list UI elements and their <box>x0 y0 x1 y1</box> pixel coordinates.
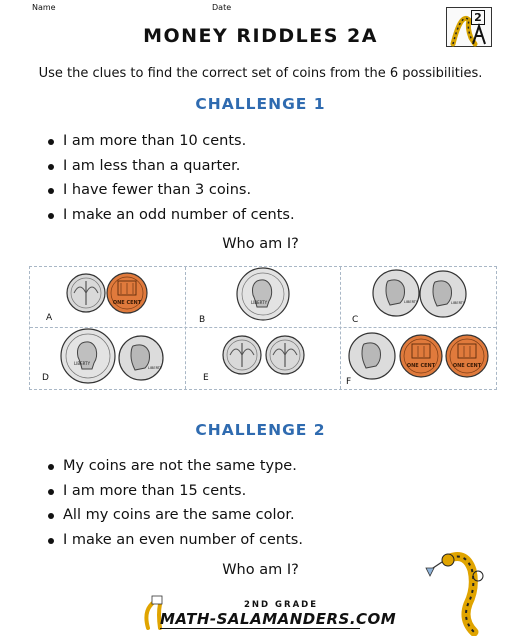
dime-icon <box>265 335 305 375</box>
option-label: E <box>203 373 209 383</box>
dime-icon <box>66 273 106 313</box>
clue-item: I am more than 10 cents. <box>48 129 295 154</box>
clue-item: I have fewer than 3 coins. <box>48 178 295 203</box>
clue-item: I make an odd number of cents. <box>48 203 295 228</box>
footer-underline <box>160 628 360 629</box>
quarter-icon: LIBERTY <box>236 267 290 321</box>
svg-text:LIBERTY: LIBERTY <box>74 361 91 366</box>
challenge-1-clues: I am more than 10 cents. I am less than … <box>48 129 295 227</box>
challenge-1-heading: CHALLENGE 1 <box>195 95 326 113</box>
option-e[interactable]: E <box>185 327 340 389</box>
challenge-2-heading: CHALLENGE 2 <box>195 421 326 439</box>
option-f[interactable]: ONE CENT ONE CENT F <box>340 327 496 389</box>
option-c[interactable]: LIBERTY LIBERTY C <box>340 267 496 327</box>
coins-c: LIBERTY LIBERTY <box>372 269 467 318</box>
svg-text:ONE CENT: ONE CENT <box>407 363 436 369</box>
option-b[interactable]: LIBERTY B <box>185 267 340 327</box>
clue-item: All my coins are the same color. <box>48 503 303 528</box>
dime-icon <box>222 335 262 375</box>
footer-grade: 2ND GRADE <box>244 600 319 610</box>
penny-icon: ONE CENT <box>106 272 148 314</box>
penny-icon: ONE CENT <box>445 334 489 378</box>
option-label: D <box>42 373 49 383</box>
svg-text:ONE CENT: ONE CENT <box>453 363 482 369</box>
name-label: Name <box>32 3 56 12</box>
svg-text:LIBERTY: LIBERTY <box>451 301 466 305</box>
quarter-icon: LIBERTY <box>60 328 116 384</box>
grade-number: 2 <box>471 10 485 25</box>
svg-text:LIBERTY: LIBERTY <box>404 300 419 304</box>
footer-site: MATH-SALAMANDERS.COM <box>160 610 397 628</box>
date-label: Date <box>212 3 232 12</box>
option-label: A <box>46 313 53 323</box>
clue-item: I make an even number of cents. <box>48 528 303 553</box>
option-label: F <box>346 377 352 387</box>
coins-f: ONE CENT ONE CENT <box>348 332 489 380</box>
svg-text:LIBERTY: LIBERTY <box>251 300 268 305</box>
salamander-mascot-icon <box>425 552 484 636</box>
svg-text:LIBERTY: LIBERTY <box>148 366 163 370</box>
option-a[interactable]: ONE CENT A <box>30 267 185 327</box>
svg-text:ONE CENT: ONE CENT <box>113 300 142 306</box>
challenge-2-clues: My coins are not the same type. I am mor… <box>48 454 303 552</box>
coins-b: LIBERTY <box>236 267 290 321</box>
page-title: MONEY RIDDLES 2A <box>143 25 378 47</box>
penny-icon: ONE CENT <box>399 334 443 378</box>
clue-item: I am more than 15 cents. <box>48 479 303 504</box>
option-label: C <box>352 315 359 325</box>
nickel-icon: LIBERTY <box>372 269 420 317</box>
instructions: Use the clues to find the correct set of… <box>38 66 483 81</box>
coins-d: LIBERTY LIBERTY <box>60 328 164 384</box>
clue-item: My coins are not the same type. <box>48 454 303 479</box>
clue-item: I am less than a quarter. <box>48 154 295 179</box>
option-d[interactable]: LIBERTY LIBERTY D <box>30 327 185 389</box>
coin-options-grid: ONE CENT A LIBERTY B LIBERTY LIBERTY C L… <box>29 266 497 390</box>
option-label: B <box>199 315 206 325</box>
nickel-icon <box>348 332 396 380</box>
challenge-1-question: Who am I? <box>222 236 299 252</box>
coins-a: ONE CENT <box>66 272 148 314</box>
nickel-icon: LIBERTY <box>118 335 164 381</box>
nickel-icon: LIBERTY <box>419 270 467 318</box>
